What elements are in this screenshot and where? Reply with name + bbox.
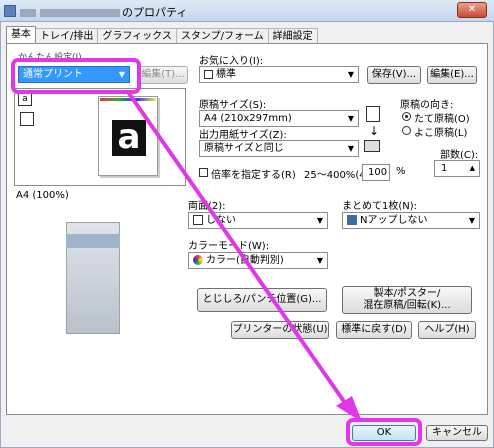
arrowhead-icon [336,396,362,422]
annotation-arrow [126,90,362,422]
arrow-line [126,90,352,412]
